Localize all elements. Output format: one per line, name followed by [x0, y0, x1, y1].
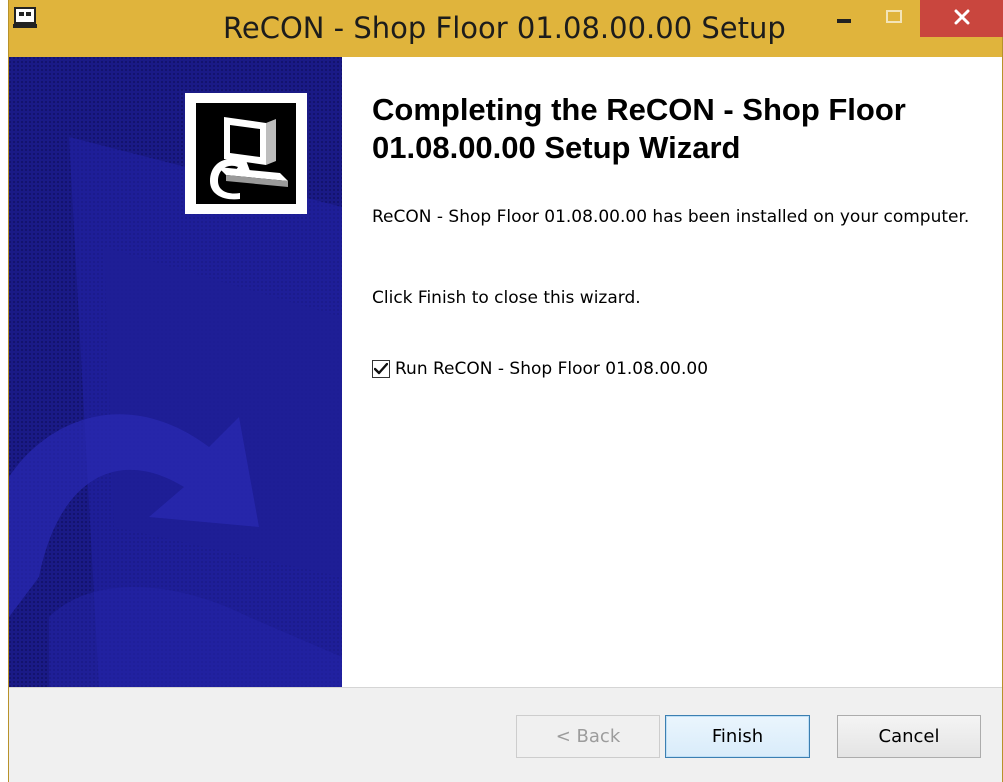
finish-button[interactable]: Finish [665, 715, 810, 758]
run-app-option[interactable]: Run ReCON - Shop Floor 01.08.00.00 [372, 357, 708, 381]
computer-install-icon [196, 103, 296, 204]
minimize-icon [837, 9, 851, 28]
title-bar[interactable]: ReCON - Shop Floor 01.08.00.00 Setup [9, 0, 1003, 57]
close-button[interactable] [920, 0, 1003, 37]
minimize-button[interactable] [824, 0, 864, 36]
wizard-side-banner [9, 57, 342, 687]
window-title: ReCON - Shop Floor 01.08.00.00 Setup [223, 11, 786, 45]
wizard-body: Completing the ReCON - Shop Floor 01.08.… [9, 57, 1002, 687]
run-app-checkbox-label[interactable]: Run ReCON - Shop Floor 01.08.00.00 [395, 359, 708, 379]
setup-wizard-window: ReCON - Shop Floor 01.08.00.00 Setup Com… [8, 0, 1003, 782]
close-icon [954, 9, 970, 29]
back-button[interactable]: < Back [516, 715, 660, 758]
page-title: Completing the ReCON - Shop Floor 01.08.… [372, 92, 906, 165]
maximize-icon [886, 9, 902, 28]
checkmark-icon [374, 363, 388, 375]
install-status-text: ReCON - Shop Floor 01.08.00.00 has been … [372, 207, 970, 227]
wizard-logo [185, 93, 307, 214]
installer-app-icon[interactable] [12, 6, 38, 30]
cancel-button[interactable]: Cancel [837, 715, 981, 758]
wizard-footer: < Back Finish Cancel [9, 687, 1002, 782]
maximize-button[interactable] [874, 0, 914, 36]
finish-hint-text: Click Finish to close this wizard. [372, 288, 641, 308]
run-app-checkbox[interactable] [372, 360, 390, 378]
